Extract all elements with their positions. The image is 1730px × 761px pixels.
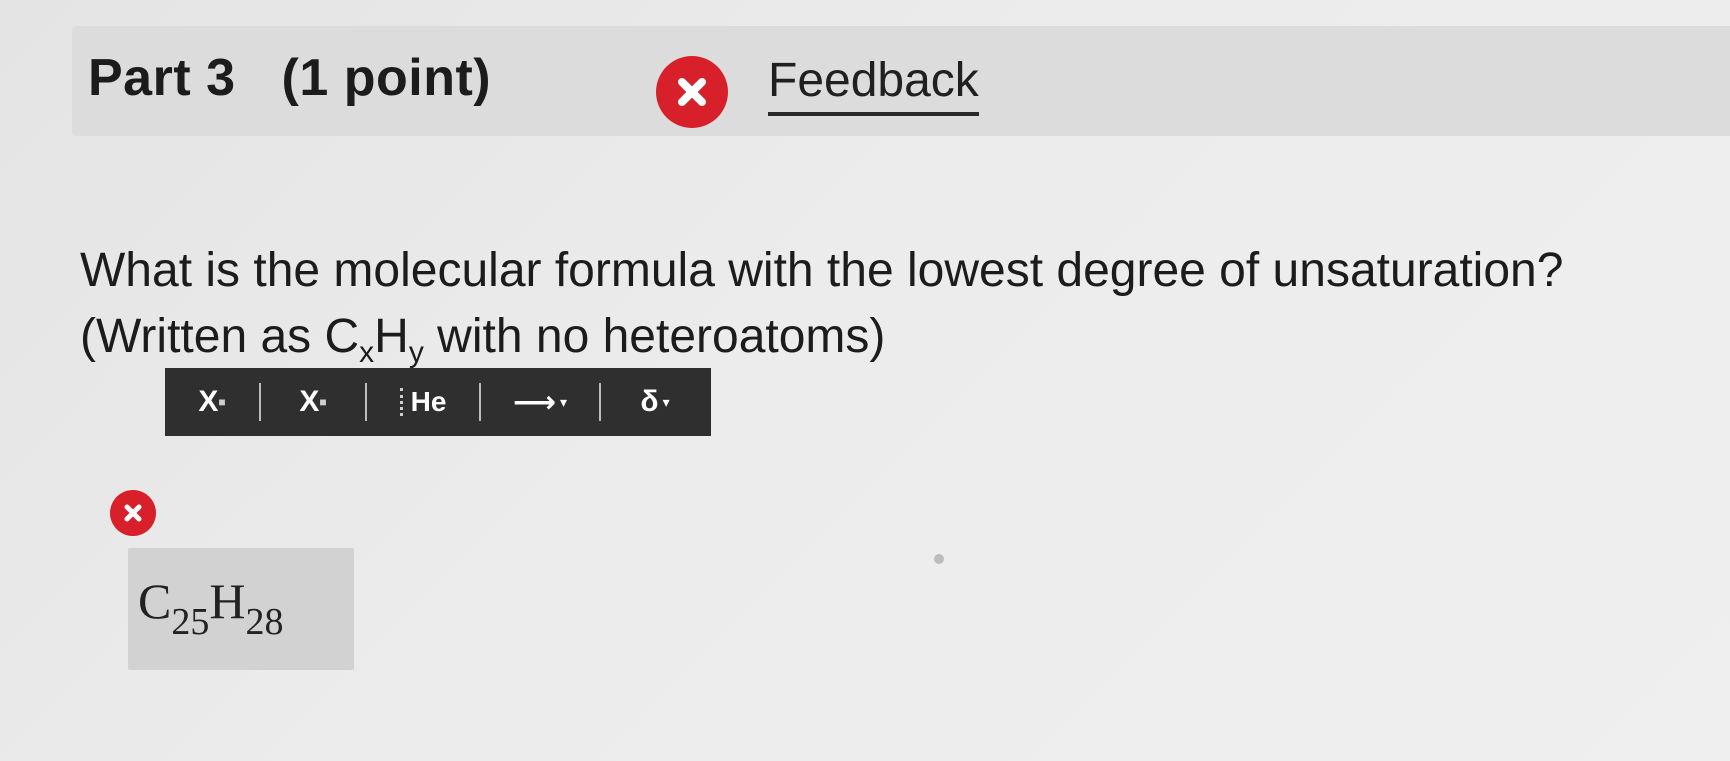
subscript-button[interactable]: X ■	[261, 368, 365, 436]
points-label: (1 point)	[281, 49, 492, 107]
chevron-down-icon: ▾	[662, 393, 670, 410]
chevron-down-icon: ▾	[559, 393, 568, 410]
delta-icon: δ	[640, 385, 659, 418]
x-circle-icon	[110, 490, 156, 536]
question-text: What is the molecular formula with the l…	[80, 238, 1563, 370]
x-circle-icon	[656, 56, 728, 128]
feedback-link[interactable]: Feedback	[768, 54, 979, 116]
question-line-2: (Written as CxHy with no heteroatoms)	[80, 310, 886, 369]
part-title: Part 3 (1 point)	[88, 48, 491, 108]
part-label: Part 3	[88, 49, 236, 107]
formula-toolbar: X ■ X ■ He ⟶ ▾ δ ▾	[165, 368, 711, 436]
page: Part 3 (1 point) Feedback What is the mol…	[0, 0, 1730, 761]
question-line-1: What is the molecular formula with the l…	[80, 244, 1564, 297]
isotope-marker-icon	[399, 388, 407, 416]
arrow-button[interactable]: ⟶ ▾	[481, 368, 599, 436]
arrow-icon: ⟶	[512, 385, 556, 419]
screen-smudge	[934, 554, 944, 564]
answer-formula: C25H28	[138, 573, 284, 643]
superscript-button[interactable]: X ■	[165, 368, 259, 436]
delta-button[interactable]: δ ▾	[601, 368, 709, 436]
element-button[interactable]: He	[367, 368, 479, 436]
